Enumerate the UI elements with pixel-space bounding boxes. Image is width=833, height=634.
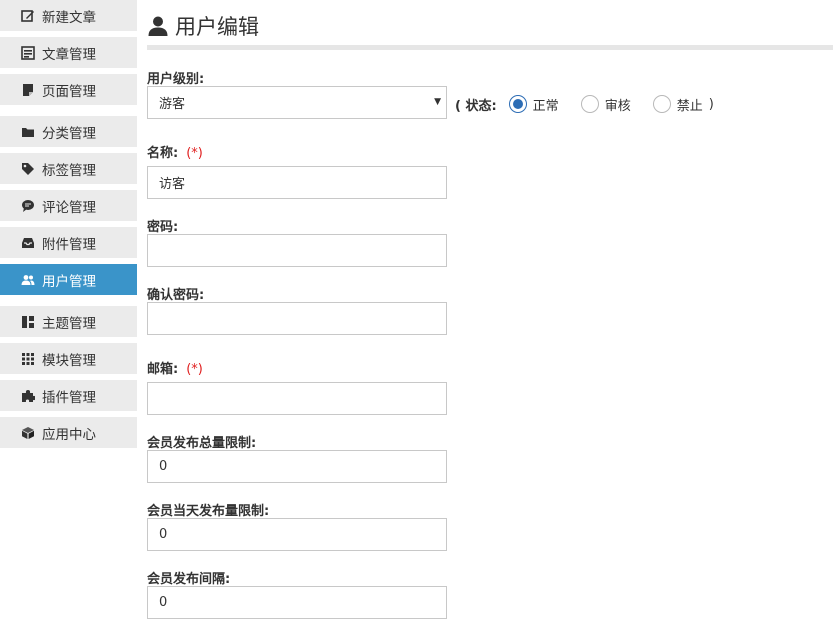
sidebar-item-label: 模块管理 [42, 352, 96, 369]
user-level-label: 用户级别: [147, 72, 205, 87]
confirm-password-input[interactable] [147, 302, 447, 335]
radio-circle[interactable] [508, 95, 527, 113]
radio-circle[interactable] [580, 95, 599, 113]
password-label: 密码: [147, 220, 179, 235]
confirm-password-label: 确认密码: [147, 288, 205, 303]
sidebar-item-app-center[interactable]: 应用中心 [0, 417, 137, 448]
sidebar-item-label: 新建文章 [42, 9, 96, 26]
inbox-icon [20, 235, 35, 250]
sidebar-item-label: 评论管理 [42, 199, 96, 216]
total-post-limit-value: 0 [159, 459, 168, 474]
sidebar-item-label: 页面管理 [42, 83, 96, 100]
sidebar-item-article-manage[interactable]: 文章管理 [0, 37, 137, 68]
name-input[interactable]: 访客 [147, 166, 447, 199]
sidebar-item-label: 用户管理 [42, 273, 96, 290]
folder-icon [20, 124, 35, 139]
title-divider [147, 45, 833, 50]
status-radio-review[interactable]: 审核 [580, 95, 631, 114]
daily-post-limit-input[interactable]: 0 [147, 518, 447, 551]
required-marker: (*) [186, 146, 203, 161]
radio-label: 审核 [604, 98, 631, 114]
sidebar-item-theme-manage[interactable]: 主题管理 [0, 306, 137, 337]
sidebar-item-label: 应用中心 [42, 426, 96, 443]
sidebar-item-new-article[interactable]: 新建文章 [0, 0, 137, 31]
name-label: 名称: (*) [147, 142, 203, 161]
sidebar-item-category-manage[interactable]: 分类管理 [0, 116, 137, 147]
users-icon [20, 272, 35, 287]
email-label: 邮箱: (*) [147, 358, 203, 377]
sidebar-item-label: 文章管理 [42, 46, 96, 63]
grid-icon [20, 351, 35, 366]
daily-post-limit-value: 0 [159, 527, 168, 542]
sidebar-item-label: 分类管理 [42, 125, 96, 142]
sidebar-item-label: 主题管理 [42, 315, 96, 332]
sidebar-item-page-manage[interactable]: 页面管理 [0, 74, 137, 105]
status-radio-group: ( 状态: 正常 审核 禁止 ) [455, 92, 714, 116]
sidebar-item-module-manage[interactable]: 模块管理 [0, 343, 137, 374]
status-label: ( 状态: [455, 98, 497, 114]
email-label-text: 邮箱: [147, 362, 179, 377]
user-icon [147, 15, 169, 37]
sidebar-item-attachment-manage[interactable]: 附件管理 [0, 227, 137, 258]
edit-icon [20, 8, 35, 23]
comment-icon [20, 198, 35, 213]
article-list-icon [20, 45, 35, 60]
post-interval-input[interactable]: 0 [147, 586, 447, 619]
page-icon [20, 82, 35, 97]
name-input-value: 访客 [159, 177, 186, 192]
puzzle-icon [20, 388, 35, 403]
user-level-select[interactable]: 游客 ▼ [147, 86, 447, 119]
sidebar-item-comment-manage[interactable]: 评论管理 [0, 190, 137, 221]
page-title-text: 用户编辑 [175, 15, 259, 39]
user-level-value: 游客 [159, 97, 186, 112]
sidebar-item-plugin-manage[interactable]: 插件管理 [0, 380, 137, 411]
status-close-paren: ) [708, 96, 714, 112]
total-post-limit-label: 会员发布总量限制: [147, 436, 257, 451]
daily-post-limit-label: 会员当天发布量限制: [147, 504, 270, 519]
required-marker: (*) [186, 362, 203, 377]
sidebar-item-tag-manage[interactable]: 标签管理 [0, 153, 137, 184]
cube-icon [20, 425, 35, 440]
sidebar-item-user-manage[interactable]: 用户管理 [0, 264, 137, 295]
total-post-limit-input[interactable]: 0 [147, 450, 447, 483]
radio-label: 禁止 [676, 98, 703, 114]
chevron-down-icon: ▼ [434, 97, 441, 107]
status-radio-banned[interactable]: 禁止 [652, 95, 703, 114]
sidebar-item-label: 附件管理 [42, 236, 96, 253]
radio-circle[interactable] [652, 95, 671, 113]
status-radio-normal[interactable]: 正常 [508, 95, 559, 114]
tag-icon [20, 161, 35, 176]
page-title: 用户编辑 [147, 10, 259, 42]
sidebar-item-label: 标签管理 [42, 162, 96, 179]
sidebar-item-label: 插件管理 [42, 389, 96, 406]
post-interval-value: 0 [159, 595, 168, 610]
theme-layout-icon [20, 314, 35, 329]
password-input[interactable] [147, 234, 447, 267]
email-input[interactable] [147, 382, 447, 415]
radio-label: 正常 [532, 98, 559, 114]
post-interval-label: 会员发布间隔: [147, 572, 231, 587]
name-label-text: 名称: [147, 146, 179, 161]
